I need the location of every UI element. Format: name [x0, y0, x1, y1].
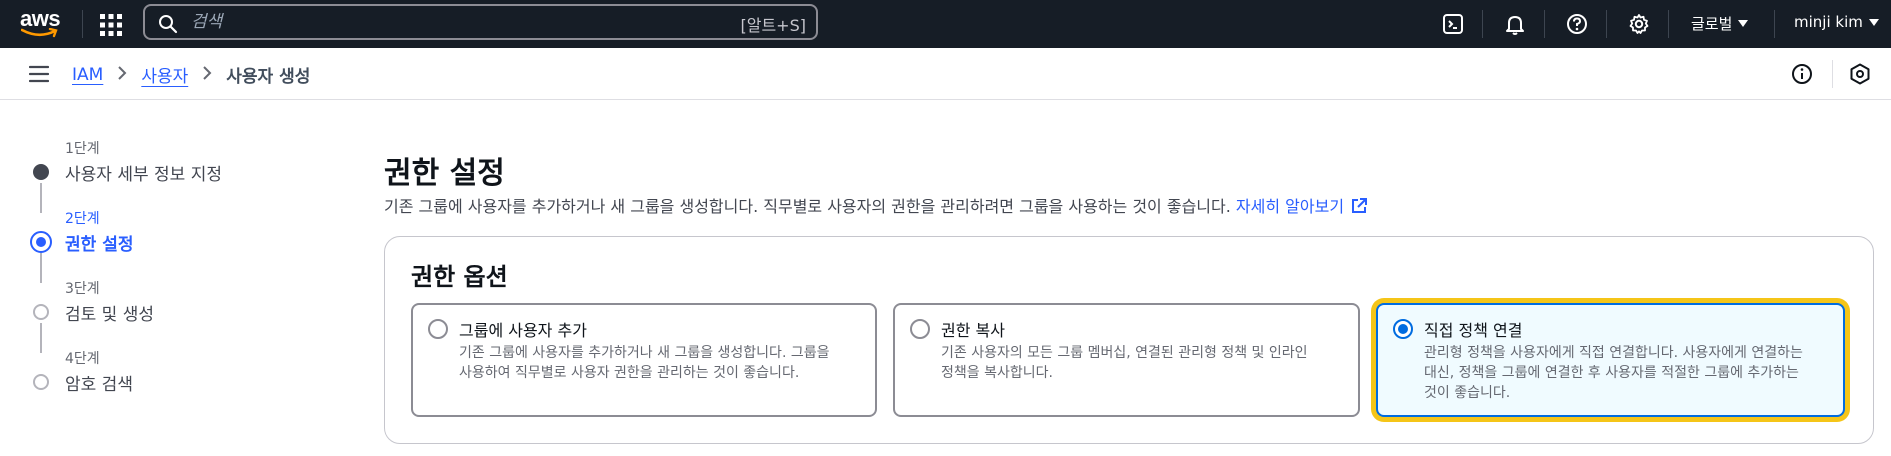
breadcrumb-link-iam[interactable]: IAM: [72, 65, 103, 85]
option-label: 직접 정책 연결: [1424, 321, 1523, 340]
option-description: 기존 사용자의 모든 그룹 멤버십, 연결된 관리형 정책 및 인라인 정책을 …: [941, 343, 1308, 383]
services-grid-icon[interactable]: [98, 12, 124, 38]
step-3: 3단계 검토 및 생성: [30, 278, 290, 353]
description-text: 기존 그룹에 사용자를 추가하거나 새 그룹을 생성합니다. 직무별로 사용자의…: [384, 197, 1231, 216]
step-pending-dot-icon: [33, 304, 49, 320]
step-number: 4단계: [65, 351, 100, 367]
page-description: 기존 그룹에 사용자를 추가하거나 새 그룹을 생성합니다. 직무별로 사용자의…: [384, 193, 1368, 217]
aws-logo[interactable]: aws: [20, 6, 66, 40]
notifications-bell-icon[interactable]: [1502, 11, 1528, 37]
option-description-line: 관리형 정책을 사용자에게 직접 연결합니다. 사용자에게 연결하는: [1424, 345, 1803, 361]
region-selector[interactable]: 글로벌: [1691, 13, 1749, 34]
breadcrumb-bar: IAM 사용자 사용자 생성: [0, 48, 1891, 100]
option-description-line: 대신, 정책을 그룹에 연결한 후 사용자를 적절한 그룹에 추가하는: [1424, 365, 1799, 381]
search-shortcut-hint: [알트+S]: [740, 16, 807, 35]
search-icon: [159, 15, 178, 34]
step-number: 1단계: [65, 141, 100, 157]
user-label: minji kim: [1794, 13, 1863, 31]
option-description-line: 사용하여 직무별로 사용자 권한을 관리하는 것이 좋습니다.: [459, 365, 800, 381]
step-current-dot-icon: [30, 231, 52, 253]
nav-divider: [1668, 10, 1669, 38]
option-attach-policies-directly[interactable]: 직접 정책 연결 관리형 정책을 사용자에게 직접 연결합니다. 사용자에게 연…: [1376, 303, 1845, 417]
step-name: 암호 검색: [65, 375, 133, 395]
nav-divider: [1482, 10, 1483, 38]
nav-divider: [82, 10, 83, 38]
option-label: 권한 복사: [941, 321, 1005, 340]
option-description-line: 기존 그룹에 사용자를 추가하거나 새 그룹을 생성합니다. 그룹을: [459, 345, 830, 361]
step-number: 3단계: [65, 281, 100, 297]
option-label: 그룹에 사용자 추가: [459, 321, 587, 340]
radio-button[interactable]: [910, 319, 930, 339]
region-label: 글로벌: [1691, 15, 1733, 33]
radio-button[interactable]: [428, 319, 448, 339]
step-4: 4단계 암호 검색: [30, 348, 290, 408]
help-icon[interactable]: [1564, 11, 1590, 37]
info-icon[interactable]: [1791, 63, 1813, 85]
option-add-user-to-group[interactable]: 그룹에 사용자 추가 기존 그룹에 사용자를 추가하거나 새 그룹을 생성합니다…: [411, 303, 877, 417]
caret-down-icon: [1738, 20, 1749, 27]
breadcrumb-current: 사용자 생성: [226, 67, 311, 87]
step-name: 권한 설정: [65, 235, 134, 255]
option-description-line: 정책을 복사합니다.: [941, 365, 1053, 381]
option-description-line: 기존 사용자의 모든 그룹 멤버십, 연결된 관리형 정책 및 인라인: [941, 345, 1308, 361]
nav-divider: [1544, 10, 1545, 38]
nav-divider: [1774, 10, 1775, 38]
breadcrumb-link-users[interactable]: 사용자: [141, 62, 188, 87]
settings-gear-icon[interactable]: [1626, 11, 1652, 37]
breadcrumb-divider: [1832, 60, 1833, 88]
notifications-panel-icon[interactable]: [1849, 63, 1871, 85]
step-pending-dot-icon: [33, 374, 49, 390]
chevron-right-icon: [117, 65, 127, 85]
learn-more-label: 자세히 알아보기: [1235, 197, 1345, 216]
menu-hamburger-icon[interactable]: [29, 65, 49, 83]
step-done-dot-icon: [33, 164, 49, 180]
step-number: 2단계: [65, 211, 100, 227]
breadcrumb: IAM 사용자 사용자 생성: [72, 62, 311, 88]
caret-down-icon: [1868, 18, 1879, 26]
step-name: 검토 및 생성: [65, 305, 155, 325]
cloudshell-icon[interactable]: [1440, 11, 1466, 37]
search-input[interactable]: [191, 8, 671, 36]
step-name[interactable]: 사용자 세부 정보 지정: [65, 160, 222, 185]
option-description: 기존 그룹에 사용자를 추가하거나 새 그룹을 생성합니다. 그룹을 사용하여 …: [459, 343, 829, 383]
option-description: 관리형 정책을 사용자에게 직접 연결합니다. 사용자에게 연결하는 대신, 정…: [1424, 343, 1803, 403]
option-copy-permissions[interactable]: 권한 복사 기존 사용자의 모든 그룹 멤버십, 연결된 관리형 정책 및 인라…: [893, 303, 1360, 417]
search-box[interactable]: [알트+S]: [143, 4, 818, 40]
step-1: 1단계 사용자 세부 정보 지정: [30, 138, 290, 213]
nav-divider: [1606, 10, 1607, 38]
option-description-line: 것이 좋습니다.: [1424, 385, 1511, 401]
logo-smile-icon: [21, 28, 58, 38]
external-link-icon: [1352, 198, 1368, 213]
panel-title: 권한 옵션: [411, 263, 508, 291]
permission-options-panel: 권한 옵션 그룹에 사용자 추가 기존 그룹에 사용자를 추가하거나 새 그룹을…: [384, 236, 1874, 444]
top-navigation: aws [알트+S] 글로벌: [0, 0, 1891, 48]
learn-more-link[interactable]: 자세히 알아보기: [1236, 197, 1368, 216]
radio-button-selected[interactable]: [1393, 319, 1413, 339]
step-2: 2단계 권한 설정: [30, 208, 290, 283]
page-title: 권한 설정: [384, 156, 505, 191]
chevron-right-icon: [202, 65, 212, 85]
account-menu[interactable]: minji kim: [1794, 13, 1879, 31]
